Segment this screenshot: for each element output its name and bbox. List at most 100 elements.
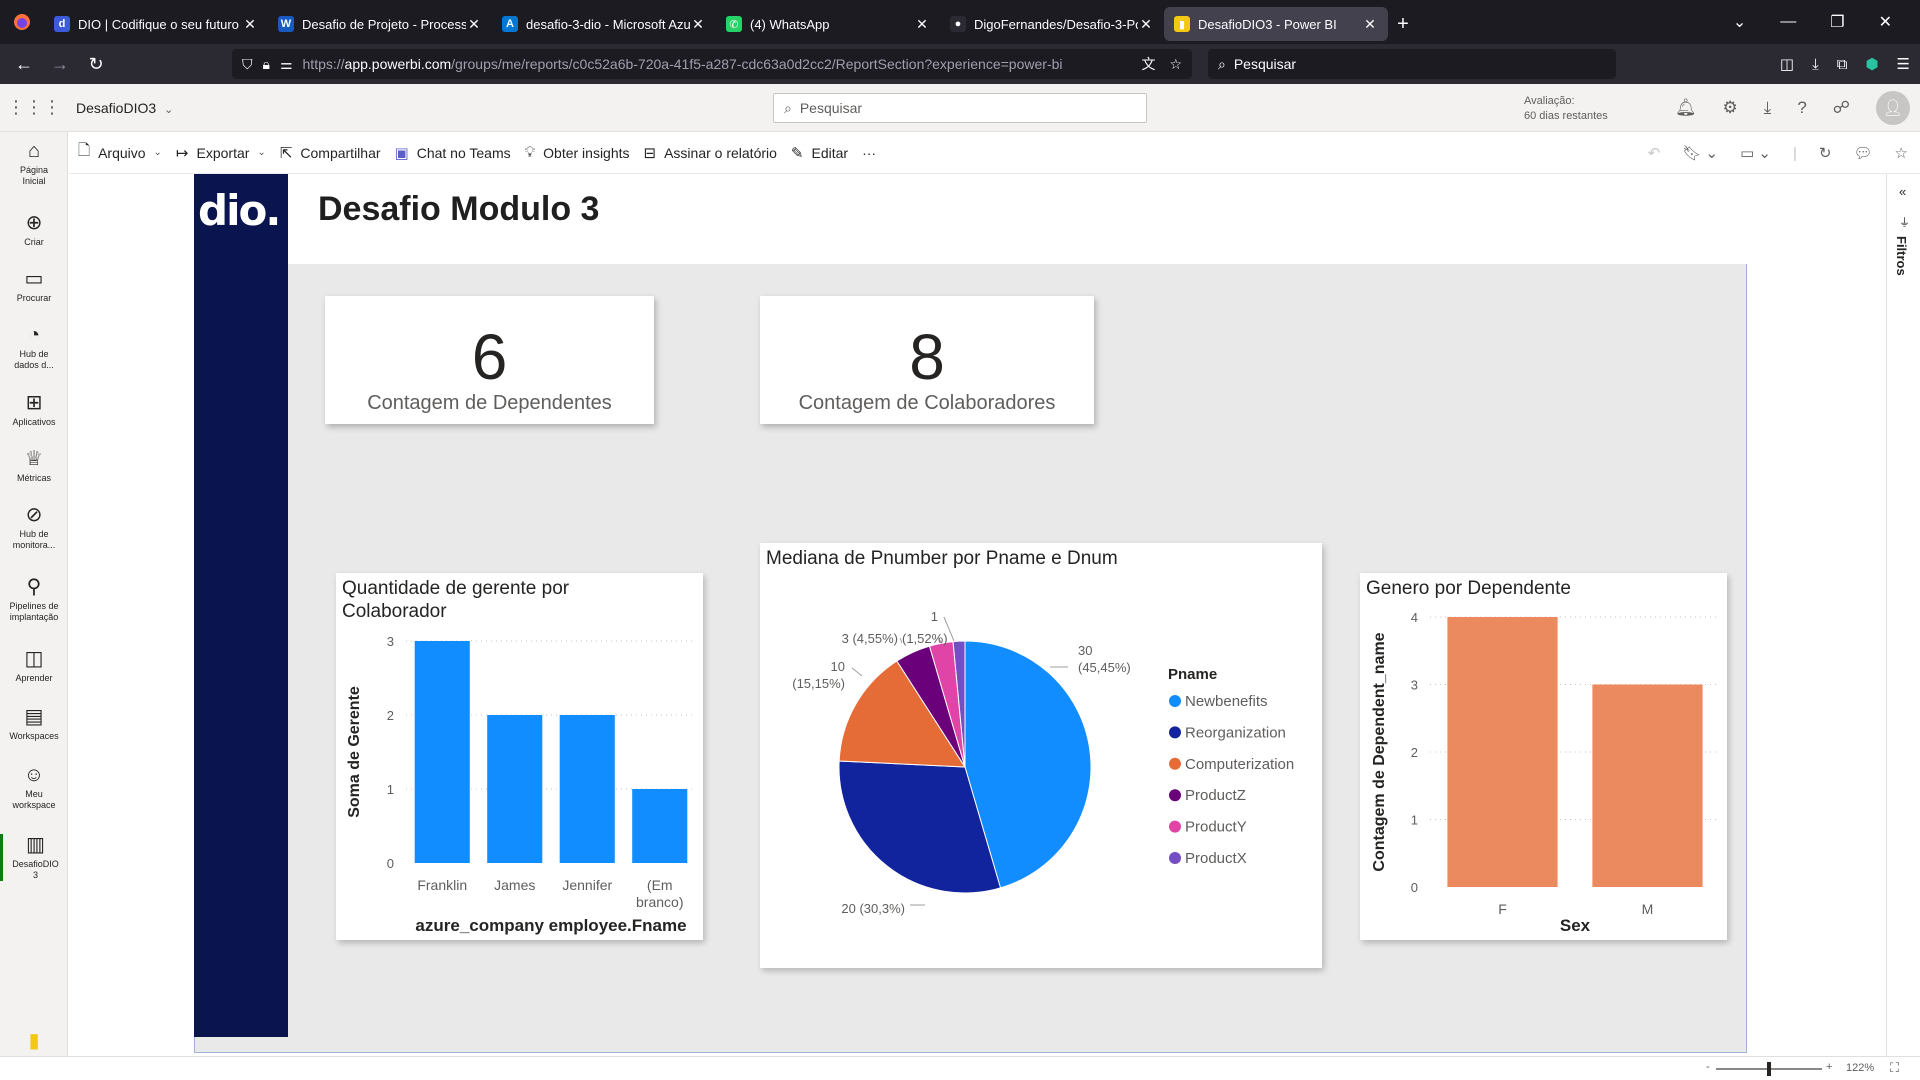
- rail-label: monitora...: [12, 540, 56, 550]
- translate-icon[interactable]: 文: [1141, 54, 1155, 74]
- workspace-selector[interactable]: DesafioDIO3 ⌄: [76, 100, 173, 116]
- bar: [1447, 617, 1558, 887]
- rail-item-metrics[interactable]: ♕ Métricas: [0, 448, 68, 484]
- rail-item-monitoring-hub[interactable]: ⊘ Hub de monitora...: [0, 504, 68, 551]
- tab-close-icon[interactable]: ✕: [914, 16, 930, 33]
- collapse-pane-icon[interactable]: «: [1899, 184, 1906, 199]
- browser-tab[interactable]: d DIO | Codifique o seu futuro gl ✕: [44, 7, 268, 41]
- pocket-icon[interactable]: ◫: [1780, 55, 1794, 73]
- tab-list-chevron-icon[interactable]: ⌄: [1733, 12, 1746, 32]
- file-menu-button[interactable]: 🗋︎ Arquivo ⌄: [78, 140, 162, 165]
- tab-close-icon[interactable]: ✕: [1362, 16, 1378, 33]
- pname-pie-chart[interactable]: Mediana de Pnumber por Pname e Dnum 30 (4…: [760, 543, 1322, 968]
- downloads-icon[interactable]: ⤓: [1812, 56, 1819, 73]
- app-launcher-icon[interactable]: ⋮⋮⋮: [0, 97, 68, 118]
- rail-item-pipelines[interactable]: ⚲ Pipelines de implantação: [0, 576, 68, 623]
- window-minimize-icon[interactable]: —: [1780, 13, 1796, 31]
- rail-label: dados d...: [14, 360, 54, 370]
- url-bar[interactable]: ⛉ 🔒︎ ⚌ https://app.powerbi.com/groups/me…: [232, 49, 1192, 79]
- zoom-out-button[interactable]: -: [1706, 1061, 1710, 1073]
- powerbi-logo-icon: ▮: [28, 1030, 40, 1052]
- zoom-slider-thumb[interactable]: [1767, 1062, 1771, 1076]
- rail-item-home[interactable]: ⌂ Página Inicial: [0, 140, 68, 187]
- page-title: Desafio Modulo 3: [318, 190, 600, 228]
- rail-item-apps[interactable]: ⊞ Aplicativos: [0, 392, 68, 428]
- browser-tab[interactable]: ▮ DesafioDIO3 - Power BI ✕: [1164, 7, 1388, 41]
- pbi-search-input[interactable]: ⌕ Pesquisar: [773, 93, 1147, 123]
- insights-button[interactable]: 💡︎ Obter insights: [525, 144, 630, 161]
- settings-gear-icon[interactable]: ⚙: [1723, 98, 1738, 118]
- metrics-icon: ♕: [25, 448, 43, 470]
- bookmark-star-icon[interactable]: ☆: [1169, 56, 1182, 73]
- share-button[interactable]: ⇱ Compartilhar: [280, 144, 381, 162]
- filter-pane[interactable]: « ⏚: [1886, 174, 1920, 1056]
- lightbulb-icon: 💡︎: [524, 144, 536, 161]
- share-label: Compartilhar: [300, 144, 381, 161]
- hamburger-menu-icon[interactable]: ☰: [1897, 55, 1910, 73]
- view-icon[interactable]: ▭ ⌄: [1740, 144, 1771, 162]
- new-tab-button[interactable]: +: [1388, 7, 1418, 41]
- edit-button[interactable]: ✎ Editar: [791, 144, 848, 162]
- status-bar: - + 122% ⛶: [0, 1056, 1920, 1080]
- browser-tab[interactable]: Adesafio-3-dio - Microsoft Azure ✕: [492, 7, 716, 41]
- trial-status: Avaliação: 60 dias restantes: [1524, 94, 1608, 124]
- rail-label: Hub de: [19, 529, 49, 539]
- avatar[interactable]: 👤︎: [1876, 91, 1910, 125]
- rail-label: Inicial: [22, 176, 46, 186]
- legend-marker: [1169, 726, 1181, 739]
- rail-item-report[interactable]: ▥ DesafioDIO 3: [0, 834, 68, 881]
- rail-label: implantação: [9, 612, 59, 622]
- forward-arrow-icon[interactable]: →: [42, 54, 78, 75]
- gender-bar-chart[interactable]: Genero por Dependente 0 1 2 3 4 F M Sex Contagem…: [1360, 573, 1727, 940]
- shield-icon[interactable]: ⛉: [242, 56, 253, 73]
- comment-icon[interactable]: 💬︎: [1854, 144, 1873, 162]
- zoom-in-button[interactable]: +: [1826, 1061, 1832, 1073]
- browser-tab[interactable]: ● DigoFernandes/Desafio-3-Pow ✕: [940, 7, 1164, 41]
- browser-search-input[interactable]: ⌕ Pesquisar: [1208, 49, 1616, 79]
- firefox-menu-icon[interactable]: [0, 0, 44, 44]
- reload-icon[interactable]: ↻: [78, 54, 114, 75]
- rail-item-create[interactable]: ⊕ Criar: [0, 212, 68, 248]
- download-icon[interactable]: ⤓: [1764, 98, 1772, 118]
- refresh-icon[interactable]: ↻: [1819, 144, 1832, 162]
- teams-chat-button[interactable]: ▣ Chat no Teams: [395, 144, 511, 162]
- window-restore-icon[interactable]: ❐: [1830, 12, 1844, 32]
- tab-close-icon[interactable]: ✕: [690, 16, 706, 33]
- tab-close-icon[interactable]: ✕: [466, 16, 482, 33]
- export-icon: ↦: [175, 144, 189, 162]
- rail-item-data-hub[interactable]: ◔ Hub de dados d...: [0, 324, 68, 371]
- rail-item-browse[interactable]: ▭ Procurar: [0, 268, 68, 304]
- extension-shield-icon[interactable]: ⬢: [1865, 55, 1878, 73]
- y-tick-label: 1: [1411, 813, 1418, 828]
- bookmark-icon[interactable]: 🔖︎ ⌄: [1682, 144, 1718, 162]
- window-close-icon[interactable]: ✕: [1879, 12, 1892, 32]
- more-options-button[interactable]: ···: [862, 145, 876, 161]
- rail-item-my-workspace[interactable]: ☺ Meu workspace: [0, 764, 68, 811]
- card-collaborators[interactable]: 8 Contagem de Colaboradores: [760, 296, 1094, 424]
- gender-bar-chart-svg: 0 1 2 3 4 F M Sex Contagem de Dependent_name: [1371, 610, 1720, 935]
- undo-icon[interactable]: ↶: [1648, 144, 1661, 162]
- help-icon[interactable]: ?: [1797, 98, 1806, 118]
- manager-bar-chart[interactable]: Quantidade de gerente por Colaborador 01…: [336, 573, 703, 940]
- lock-icon[interactable]: 🔒︎: [263, 56, 270, 73]
- card-dependents[interactable]: 6 Contagem de Dependentes: [325, 296, 654, 424]
- feedback-icon[interactable]: ☍: [1833, 98, 1850, 118]
- favorite-star-icon[interactable]: ☆: [1895, 144, 1908, 162]
- browser-tab[interactable]: ✆ (4) WhatsApp ✕: [716, 7, 940, 41]
- filter-pane-label[interactable]: Filtros: [1894, 236, 1909, 276]
- workspaces-icon: ▤: [24, 706, 44, 728]
- browser-tab[interactable]: W Desafio de Projeto - Processand✕: [268, 7, 492, 41]
- tab-close-icon[interactable]: ✕: [242, 16, 258, 33]
- back-arrow-icon[interactable]: ←: [6, 54, 42, 75]
- notifications-bell-icon[interactable]: 🔔︎: [1675, 98, 1697, 118]
- fit-page-icon[interactable]: ⛶: [1890, 1060, 1899, 1076]
- subscribe-button[interactable]: ⊟ Assinar o relatório: [644, 144, 777, 162]
- permissions-icon[interactable]: ⚌: [280, 56, 293, 73]
- rail-item-workspaces[interactable]: ▤ Workspaces: [0, 706, 68, 742]
- filter-funnel-icon: ⏚: [1899, 217, 1910, 229]
- extensions-icon[interactable]: ⧉: [1837, 56, 1848, 73]
- tab-close-icon[interactable]: ✕: [1138, 16, 1154, 33]
- rail-item-learn[interactable]: ◫ Aprender: [0, 648, 68, 684]
- export-menu-button[interactable]: ↦ Exportar ⌄: [176, 144, 266, 162]
- data-label-line: (15,15%): [792, 676, 845, 691]
